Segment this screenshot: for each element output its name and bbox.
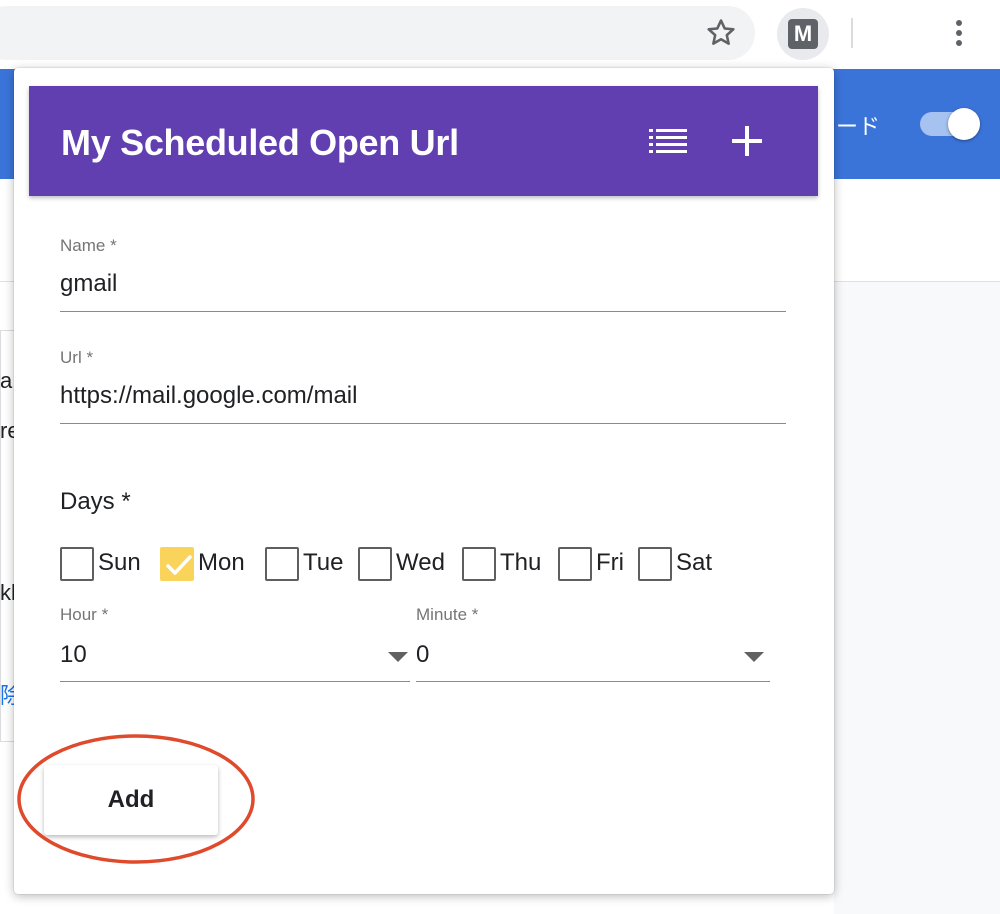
- day-label: Sun: [98, 549, 141, 576]
- browser-toolbar: M: [0, 0, 1000, 66]
- day-label: Sat: [676, 549, 713, 576]
- extension-button[interactable]: M: [777, 8, 829, 60]
- checkbox-box[interactable]: [160, 547, 194, 581]
- minute-value[interactable]: 0: [416, 641, 429, 669]
- checkbox-box[interactable]: [60, 547, 94, 581]
- day-label: Tue: [303, 549, 344, 576]
- name-field[interactable]: Name * gmail: [60, 236, 786, 314]
- check-icon: [166, 555, 192, 575]
- url-label: Url *: [60, 348, 94, 367]
- chevron-down-icon[interactable]: [744, 652, 764, 662]
- name-input[interactable]: gmail: [60, 270, 117, 298]
- toolbar-divider: [851, 18, 853, 48]
- minute-underline: [416, 681, 770, 682]
- url-input[interactable]: https://mail.google.com/mail: [60, 382, 357, 410]
- checkbox-box[interactable]: [358, 547, 392, 581]
- hour-select[interactable]: Hour * 10: [60, 605, 410, 683]
- days-label: Days *: [60, 488, 131, 515]
- hour-label: Hour *: [60, 605, 109, 624]
- url-field[interactable]: Url * https://mail.google.com/mail: [60, 348, 786, 426]
- checkbox-box[interactable]: [638, 547, 672, 581]
- checkbox-box[interactable]: [265, 547, 299, 581]
- plus-icon[interactable]: [729, 123, 765, 159]
- minute-select[interactable]: Minute * 0: [416, 605, 770, 683]
- page-content-area: [834, 282, 1000, 914]
- day-label: Thu: [500, 549, 542, 576]
- toggle-thumb: [948, 108, 980, 140]
- page-toggle[interactable]: [920, 108, 980, 140]
- minute-label: Minute *: [416, 605, 479, 624]
- checkbox-box[interactable]: [462, 547, 496, 581]
- extension-m-icon: M: [788, 19, 818, 49]
- chevron-down-icon[interactable]: [388, 652, 408, 662]
- app-title: My Scheduled Open Url: [61, 122, 459, 163]
- annotation-circle: [17, 734, 255, 864]
- list-icon[interactable]: [649, 126, 687, 156]
- app-bar: My Scheduled Open Url: [29, 86, 818, 196]
- day-label: Mon: [198, 549, 245, 576]
- more-vert-icon[interactable]: [944, 14, 974, 54]
- address-bar[interactable]: [0, 6, 755, 60]
- page-header-label: ード: [836, 114, 881, 139]
- name-label: Name *: [60, 236, 117, 255]
- day-label: Fri: [596, 549, 624, 576]
- name-underline: [60, 311, 786, 312]
- day-label: Wed: [396, 549, 445, 576]
- hour-underline: [60, 681, 410, 682]
- hour-value[interactable]: 10: [60, 641, 87, 669]
- star-icon[interactable]: [704, 16, 738, 50]
- url-underline: [60, 423, 786, 424]
- checkbox-box[interactable]: [558, 547, 592, 581]
